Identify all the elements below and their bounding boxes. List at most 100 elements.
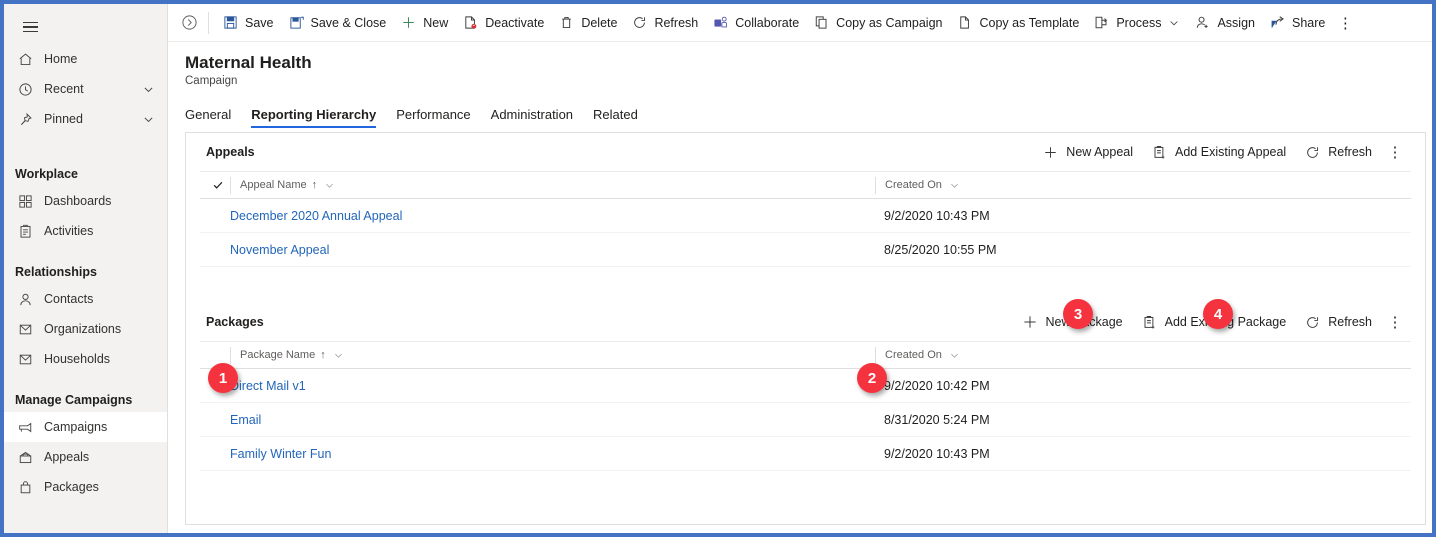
appeals-subgrid: Appeals New Appeal Add Existing Appeal R… [200, 133, 1411, 267]
package-created-on-column-header[interactable]: Created On [875, 346, 1411, 364]
tab-administration[interactable]: Administration [481, 107, 583, 128]
save-button[interactable]: Save [215, 8, 281, 38]
tab-general[interactable]: General [185, 107, 241, 128]
command-bar-overflow-button[interactable]: ⋮ [1332, 8, 1358, 38]
table-row[interactable]: December 2020 Annual Appeal 9/2/2020 10:… [200, 199, 1411, 233]
sidebar-item-home[interactable]: Home [4, 44, 167, 74]
sidebar-item-label: Pinned [44, 112, 83, 126]
refresh-button[interactable]: Refresh [624, 8, 705, 38]
sidebar-item-label: Recent [44, 82, 84, 96]
callout-badge-3: 3 [1063, 299, 1093, 329]
campaign-icon [16, 418, 34, 436]
add-existing-appeal-button[interactable]: Add Existing Appeal [1142, 138, 1295, 166]
copy-as-template-button[interactable]: Copy as Template [949, 8, 1086, 38]
copy-as-campaign-button[interactable]: Copy as Campaign [806, 8, 949, 38]
appeals-subgrid-overflow-button[interactable]: ⋮ [1383, 138, 1407, 166]
action-label: Add Existing Appeal [1175, 145, 1287, 159]
new-button[interactable]: New [393, 8, 455, 38]
new-appeal-button[interactable]: New Appeal [1033, 138, 1142, 166]
save-and-close-button[interactable]: Save & Close [281, 8, 394, 38]
refresh-appeals-button[interactable]: Refresh [1295, 138, 1381, 166]
appeals-grid: Appeal Name ↑ Created On December 2020 A… [200, 171, 1411, 267]
plus-icon [1021, 314, 1038, 330]
package-name-cell: Email [230, 413, 875, 427]
package-name-link[interactable]: Family Winter Fun [230, 447, 331, 461]
table-row[interactable]: Email 8/31/2020 5:24 PM [200, 403, 1411, 437]
chevron-down-icon[interactable] [949, 180, 960, 191]
appeal-created-on-column-header[interactable]: Created On [875, 176, 1411, 194]
sidebar-item-campaigns[interactable]: Campaigns [4, 412, 167, 442]
column-label: Created On [885, 349, 942, 361]
app-window: Home Recent Pinned Workplace Dashboards … [0, 0, 1436, 537]
table-row[interactable]: Direct Mail v1 9/2/2020 10:42 PM [200, 369, 1411, 403]
appeals-subgrid-header: Appeals New Appeal Add Existing Appeal R… [200, 133, 1411, 171]
action-label: Refresh [1328, 145, 1372, 159]
sidebar-item-appeals[interactable]: Appeals [4, 442, 167, 472]
chevron-down-icon[interactable] [333, 350, 344, 361]
site-map-menu-icon[interactable] [10, 10, 50, 44]
refresh-icon [1304, 314, 1321, 330]
packages-subgrid-overflow-button[interactable]: ⋮ [1383, 308, 1407, 336]
sidebar-item-organizations[interactable]: Organizations [4, 314, 167, 344]
sidebar-group-manage-campaigns: Manage Campaigns [15, 393, 133, 407]
delete-button[interactable]: Delete [551, 8, 624, 38]
sidebar-item-households[interactable]: Households [4, 344, 167, 374]
tab-performance[interactable]: Performance [386, 107, 480, 128]
chevron-down-icon[interactable] [949, 350, 960, 361]
command-label: Save & Close [310, 15, 387, 30]
sidebar-item-label: Contacts [44, 292, 94, 306]
sidebar-item-dashboards[interactable]: Dashboards [4, 186, 167, 216]
chevron-down-icon[interactable] [139, 80, 157, 98]
packages-grid: Package Name ↑ Created On Direct Mail v1… [200, 341, 1411, 471]
package-name-column-header[interactable]: Package Name ↑ [230, 346, 875, 364]
copy-icon [813, 15, 830, 31]
share-icon [1269, 15, 1286, 31]
sort-ascending-icon: ↑ [311, 179, 318, 191]
sidebar-item-packages[interactable]: Packages [4, 472, 167, 502]
activities-icon [16, 222, 34, 240]
plus-icon [1042, 144, 1059, 160]
command-bar: Save Save & Close New Deactivate Delete … [168, 4, 1432, 42]
packages-select-all-cell[interactable] [206, 348, 230, 362]
command-label: New [423, 15, 449, 30]
package-name-link[interactable]: Email [230, 413, 261, 427]
process-button[interactable]: Process [1086, 8, 1187, 38]
package-name-link[interactable]: Direct Mail v1 [230, 379, 306, 393]
action-label: New Appeal [1066, 145, 1134, 159]
appeal-created-on-cell: 8/25/2020 10:55 PM [884, 242, 997, 257]
sidebar-item-label: Dashboards [44, 194, 112, 208]
chevron-down-icon[interactable] [1168, 17, 1180, 29]
tab-reporting-hierarchy[interactable]: Reporting Hierarchy [241, 107, 386, 128]
deactivate-button[interactable]: Deactivate [455, 8, 551, 38]
sidebar-item-recent[interactable]: Recent [4, 74, 167, 104]
save-close-icon [288, 15, 305, 31]
sidebar-item-contacts[interactable]: Contacts [4, 284, 167, 314]
select-all-checkmark-icon[interactable] [206, 179, 230, 191]
home-icon [16, 50, 34, 68]
appeal-name-link[interactable]: November Appeal [230, 243, 329, 257]
chevron-right-circle-icon[interactable] [174, 8, 204, 38]
sidebar-item-pinned[interactable]: Pinned [4, 104, 167, 134]
sidebar-item-activities[interactable]: Activities [4, 216, 167, 246]
refresh-packages-button[interactable]: Refresh [1295, 308, 1381, 336]
process-icon [1093, 15, 1110, 31]
table-row[interactable]: November Appeal 8/25/2020 10:55 PM [200, 233, 1411, 267]
sidebar-item-label: Households [44, 352, 111, 366]
appeal-name-link[interactable]: December 2020 Annual Appeal [230, 209, 402, 223]
sidebar-group-workplace: Workplace [15, 167, 78, 181]
sidebar-item-label: Organizations [44, 322, 122, 336]
tab-related[interactable]: Related [583, 107, 648, 128]
chevron-down-icon[interactable] [324, 180, 335, 191]
chevron-down-icon[interactable] [139, 110, 157, 128]
pin-icon [16, 110, 34, 128]
contact-icon [16, 290, 34, 308]
collaborate-button[interactable]: Collaborate [705, 8, 806, 38]
assign-button[interactable]: Assign [1187, 8, 1262, 38]
appeals-subgrid-actions: New Appeal Add Existing Appeal Refresh ⋮ [1033, 138, 1407, 166]
sidebar-group-relationships: Relationships [15, 265, 97, 279]
share-button[interactable]: Share [1262, 8, 1332, 38]
appeal-name-column-header[interactable]: Appeal Name ↑ [230, 176, 875, 194]
command-label: Copy as Template [979, 15, 1080, 30]
table-row[interactable]: Family Winter Fun 9/2/2020 10:43 PM [200, 437, 1411, 471]
